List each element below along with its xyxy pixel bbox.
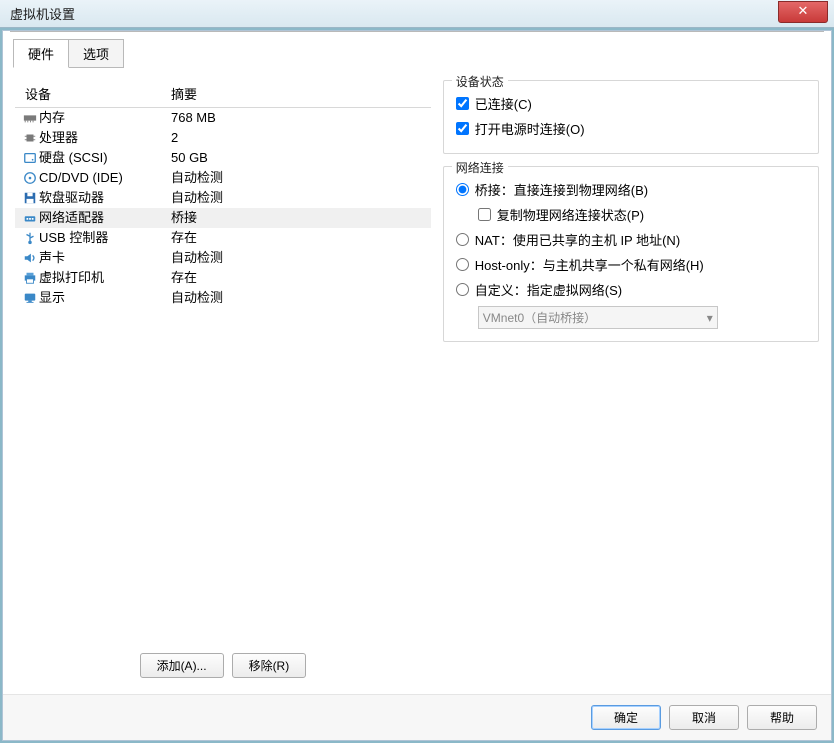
network-icon: [21, 211, 39, 225]
cpu-icon: [21, 131, 39, 145]
tab-strip: 硬件 选项: [3, 31, 831, 68]
chevron-down-icon: ▾: [707, 311, 713, 325]
cancel-button[interactable]: 取消: [669, 705, 739, 730]
details-panel: 设备状态 已连接(C) 打开电源时连接(O) 网络连接 桥接：直接连接到物理网络…: [443, 80, 819, 682]
hardware-summary: 自动检测: [171, 289, 425, 307]
hardware-row[interactable]: 硬盘 (SCSI)50 GB: [15, 148, 431, 168]
display-icon: [21, 291, 39, 305]
network-connection-group: 网络连接 桥接：直接连接到物理网络(B) 复制物理网络连接状态(P) NAT：使…: [443, 166, 819, 342]
tab-options[interactable]: 选项: [68, 39, 124, 68]
hardware-header: 设备 摘要: [15, 80, 431, 108]
remove-button[interactable]: 移除(R): [232, 653, 307, 678]
replicate-input[interactable]: [478, 208, 491, 221]
device-status-title: 设备状态: [452, 73, 508, 90]
hardware-row[interactable]: 显示自动检测: [15, 288, 431, 308]
device-status-group: 设备状态 已连接(C) 打开电源时连接(O): [443, 80, 819, 154]
hardware-name: 网络适配器: [39, 209, 171, 227]
hardware-row[interactable]: 虚拟打印机存在: [15, 268, 431, 288]
cd-icon: [21, 171, 39, 185]
hardware-name: 硬盘 (SCSI): [39, 149, 171, 167]
close-button[interactable]: ✕: [778, 1, 828, 23]
floppy-icon: [21, 191, 39, 205]
hardware-summary: 桥接: [171, 209, 425, 227]
hardware-row[interactable]: USB 控制器存在: [15, 228, 431, 248]
hardware-row[interactable]: 网络适配器桥接: [15, 208, 431, 228]
replicate-checkbox[interactable]: 复制物理网络连接状态(P): [478, 202, 806, 227]
sound-icon: [21, 251, 39, 265]
hardware-row[interactable]: 处理器2: [15, 128, 431, 148]
custom-network-value: VMnet0（自动桥接）: [483, 309, 596, 326]
hardware-row[interactable]: 内存768 MB: [15, 108, 431, 128]
memory-icon: [21, 111, 39, 125]
hardware-row[interactable]: 声卡自动检测: [15, 248, 431, 268]
connected-input[interactable]: [456, 97, 469, 110]
hardware-list[interactable]: 内存768 MB处理器2硬盘 (SCSI)50 GBCD/DVD (IDE)自动…: [15, 108, 431, 643]
connect-on-power-input[interactable]: [456, 122, 469, 135]
nat-radio[interactable]: NAT：使用已共享的主机 IP 地址(N): [456, 227, 806, 252]
custom-input[interactable]: [456, 283, 469, 296]
help-button[interactable]: 帮助: [747, 705, 817, 730]
ok-button[interactable]: 确定: [591, 705, 661, 730]
nat-input[interactable]: [456, 233, 469, 246]
column-summary: 摘要: [171, 84, 197, 103]
hardware-summary: 768 MB: [171, 109, 425, 127]
tab-hardware[interactable]: 硬件: [13, 39, 69, 68]
usb-icon: [21, 231, 39, 245]
disk-icon: [21, 151, 39, 165]
hardware-name: 软盘驱动器: [39, 189, 171, 207]
column-device: 设备: [21, 84, 171, 103]
connected-checkbox[interactable]: 已连接(C): [456, 91, 806, 116]
hardware-summary: 50 GB: [171, 149, 425, 167]
window-title: 虚拟机设置: [10, 4, 75, 23]
hardware-name: 虚拟打印机: [39, 269, 171, 287]
hardware-summary: 存在: [171, 269, 425, 287]
hardware-panel: 设备 摘要 内存768 MB处理器2硬盘 (SCSI)50 GBCD/DVD (…: [15, 80, 431, 682]
hardware-name: 处理器: [39, 129, 171, 147]
custom-radio[interactable]: 自定义：指定虚拟网络(S): [456, 277, 806, 302]
hardware-name: 声卡: [39, 249, 171, 267]
dialog-body: 硬件 选项 设备 摘要 内存768 MB处理器2硬盘 (SCSI)50 GBCD…: [2, 30, 832, 741]
network-connection-title: 网络连接: [452, 159, 508, 176]
hardware-summary: 自动检测: [171, 249, 425, 267]
titlebar: 虚拟机设置 ✕: [0, 0, 834, 28]
hardware-row[interactable]: 软盘驱动器自动检测: [15, 188, 431, 208]
hostonly-radio[interactable]: Host-only：与主机共享一个私有网络(H): [456, 252, 806, 277]
hardware-summary: 自动检测: [171, 169, 425, 187]
custom-network-select: VMnet0（自动桥接） ▾: [478, 306, 718, 329]
bridged-input[interactable]: [456, 183, 469, 196]
hardware-summary: 2: [171, 129, 425, 147]
hardware-summary: 存在: [171, 229, 425, 247]
bridged-radio[interactable]: 桥接：直接连接到物理网络(B): [456, 177, 806, 202]
connect-on-power-checkbox[interactable]: 打开电源时连接(O): [456, 116, 806, 141]
dialog-footer: 确定 取消 帮助: [3, 694, 831, 740]
hardware-name: CD/DVD (IDE): [39, 169, 171, 187]
add-button[interactable]: 添加(A)...: [140, 653, 224, 678]
hardware-summary: 自动检测: [171, 189, 425, 207]
hardware-name: 内存: [39, 109, 171, 127]
hardware-row[interactable]: CD/DVD (IDE)自动检测: [15, 168, 431, 188]
hostonly-input[interactable]: [456, 258, 469, 271]
hardware-name: 显示: [39, 289, 171, 307]
hardware-name: USB 控制器: [39, 229, 171, 247]
printer-icon: [21, 271, 39, 285]
